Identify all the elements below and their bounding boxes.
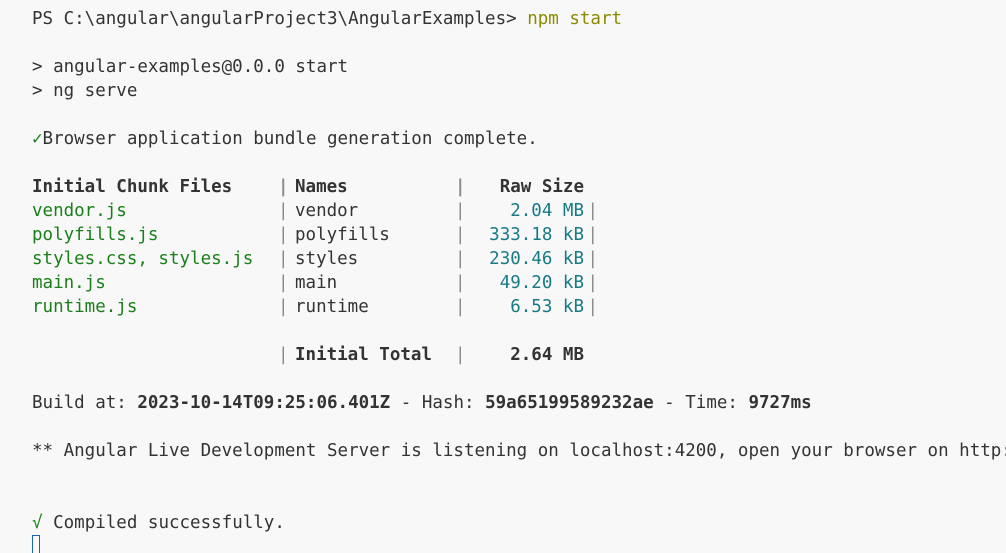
table-separator: | — [587, 201, 598, 221]
table-row: polyfills.js | polyfills | 333.18 kB | — [32, 223, 1006, 247]
chunk-size: 333.18 kB — [489, 225, 584, 245]
table-separator: | — [278, 225, 289, 245]
table-separator: | — [587, 297, 598, 317]
table-separator: | — [455, 273, 466, 293]
chunk-file: vendor.js — [32, 201, 127, 221]
prompt-line: PS C:\angular\angularProject3\AngularExa… — [32, 7, 1006, 31]
table-separator: | — [278, 249, 289, 269]
total-spacer — [32, 343, 278, 367]
chunk-file: polyfills.js — [32, 225, 159, 245]
terminal-output[interactable]: PS C:\angular\angularProject3\AngularExa… — [0, 0, 1006, 553]
checkmark-icon: √ — [32, 513, 43, 533]
script-line: > angular-examples@0.0.0 start — [32, 57, 349, 77]
table-row: main.js | main | 49.20 kB | — [32, 271, 1006, 295]
chunk-name: styles — [295, 249, 359, 269]
table-separator: | — [455, 201, 466, 221]
table-row: styles.css, styles.js | styles | 230.46 kB | — [32, 247, 1006, 271]
total-size: 2.64 MB — [510, 345, 584, 365]
check-icon: ✓ — [32, 129, 43, 149]
table-separator: | — [278, 345, 289, 365]
prompt-path: PS C:\angular\angularProject3\AngularExa… — [32, 9, 528, 29]
total-label: Initial Total — [295, 345, 432, 365]
table-row: runtime.js | runtime | 6.53 kB | — [32, 295, 1006, 319]
prompt-command: npm start — [527, 9, 623, 29]
chunk-size: 49.20 kB — [499, 273, 584, 293]
table-separator: | — [455, 345, 466, 365]
table-separator: | — [587, 249, 598, 269]
build-hash: 59a65199589232ae — [485, 393, 654, 413]
chunk-size: 230.46 kB — [489, 249, 584, 269]
compiled-line: √ Compiled successfully. — [32, 511, 1006, 535]
build-time: 9727ms — [748, 393, 812, 413]
table-separator: | — [455, 297, 466, 317]
chunk-file: styles.css, styles.js — [32, 249, 254, 269]
table-separator: | — [587, 273, 598, 293]
terminal-cursor[interactable] — [32, 535, 40, 553]
chunk-name: vendor — [295, 201, 359, 221]
build-hash-label: - Hash: — [390, 393, 486, 413]
bundle-status-line: ✓Browser application bundle generation c… — [32, 127, 1006, 151]
header-size: Raw Size — [499, 177, 584, 197]
table-separator: | — [278, 177, 289, 197]
chunk-size: 6.53 kB — [510, 297, 584, 317]
table-separator: | — [278, 297, 289, 317]
chunk-file: main.js — [32, 273, 106, 293]
chunk-file: runtime.js — [32, 297, 138, 317]
bundle-message: Browser application bundle generation co… — [42, 129, 538, 149]
chunk-name: polyfills — [295, 225, 390, 245]
table-total-row: | Initial Total | 2.64 MB — [32, 343, 1006, 367]
chunk-name: runtime — [295, 297, 369, 317]
chunk-name: main — [295, 273, 338, 293]
server-message-line: ** Angular Live Development Server is li… — [32, 441, 1006, 461]
table-separator: | — [455, 249, 466, 269]
chunk-size: 2.04 MB — [510, 201, 584, 221]
table-row: vendor.js | vendor | 2.04 MB | — [32, 199, 1006, 223]
header-files: Initial Chunk Files — [32, 177, 233, 197]
build-prefix: Build at: — [32, 393, 138, 413]
build-timestamp: 2023-10-14T09:25:06.401Z — [137, 393, 391, 413]
table-separator: | — [455, 225, 466, 245]
table-separator: | — [587, 225, 598, 245]
build-time-label: - Time: — [653, 393, 749, 413]
build-info-line: Build at: 2023-10-14T09:25:06.401Z - Has… — [32, 391, 1006, 415]
table-header-row: Initial Chunk Files | Names | Raw Size — [32, 175, 1006, 199]
compiled-message: Compiled successfully. — [42, 513, 285, 533]
header-names: Names — [295, 177, 348, 197]
table-separator: | — [278, 273, 289, 293]
table-separator: | — [455, 177, 466, 197]
script-line: > ng serve — [32, 81, 138, 101]
table-separator: | — [278, 201, 289, 221]
